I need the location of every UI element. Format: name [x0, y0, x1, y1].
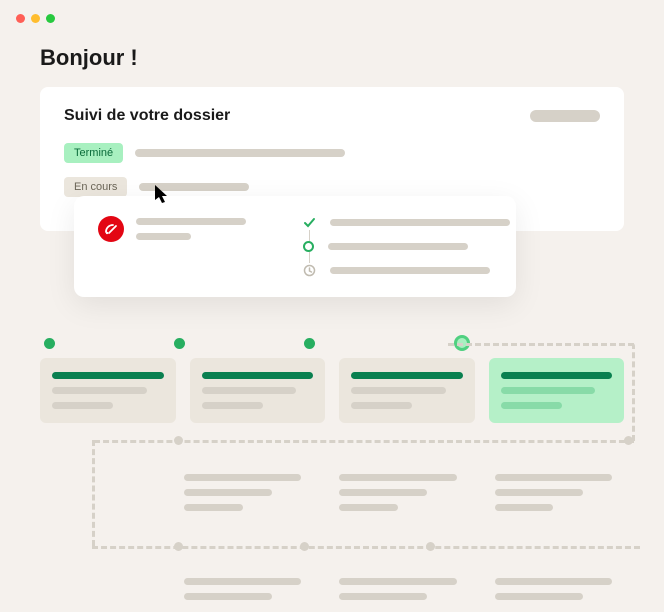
journey-cards-row-2 [172, 460, 624, 525]
bank-logo-icon [98, 216, 124, 242]
timeline-item-pending [303, 264, 510, 277]
check-icon [303, 216, 316, 229]
timeline-item-current [303, 241, 510, 252]
status-row-progress[interactable]: En cours [64, 177, 600, 197]
timeline-text-placeholder [330, 219, 510, 226]
header-placeholder [530, 110, 600, 122]
connector-dot [174, 436, 183, 445]
status-text-placeholder [135, 149, 345, 157]
status-badge-done: Terminé [64, 143, 123, 163]
tracking-title: Suivi de votre dossier [64, 107, 230, 125]
greeting-title: Bonjour ! [0, 37, 664, 87]
connector-dot [174, 542, 183, 551]
journey-dot [44, 338, 55, 349]
window-close-dot[interactable] [16, 14, 25, 23]
window-maximize-dot[interactable] [46, 14, 55, 23]
current-step-icon [303, 241, 314, 252]
journey-step-card[interactable] [327, 460, 468, 525]
timeline-item-done [303, 216, 510, 229]
window-minimize-dot[interactable] [31, 14, 40, 23]
journey-step-card[interactable] [172, 566, 313, 612]
timeline-text-placeholder [328, 243, 468, 250]
window-controls [0, 0, 664, 37]
journey-step-card[interactable] [483, 566, 624, 612]
journey-connector-vertical [92, 440, 95, 546]
status-badge-progress: En cours [64, 177, 127, 197]
journey-dot [174, 338, 185, 349]
connector-dot [624, 436, 633, 445]
journey-cards-row-1 [40, 358, 624, 423]
detail-popup [74, 196, 516, 297]
status-row-done[interactable]: Terminé [64, 143, 600, 163]
journey-step-card[interactable] [483, 460, 624, 525]
cursor-pointer-icon [155, 185, 171, 210]
timeline-text-placeholder [330, 267, 490, 274]
popup-subtitle-placeholder [136, 233, 191, 240]
popup-title-placeholder [136, 218, 246, 225]
journey-connector [448, 343, 634, 346]
journey-step-card[interactable] [190, 358, 326, 423]
connector-dot [300, 542, 309, 551]
journey-step-card[interactable] [40, 358, 176, 423]
journey-connector-vertical [632, 343, 635, 441]
journey-dot [304, 338, 315, 349]
connector-dot [426, 542, 435, 551]
journey-step-card[interactable] [172, 460, 313, 525]
clock-icon [303, 264, 316, 277]
journey-step-card[interactable] [327, 566, 468, 612]
journey-step-card-active[interactable] [489, 358, 625, 423]
journey-cards-row-3 [172, 566, 624, 612]
journey-step-card[interactable] [339, 358, 475, 423]
